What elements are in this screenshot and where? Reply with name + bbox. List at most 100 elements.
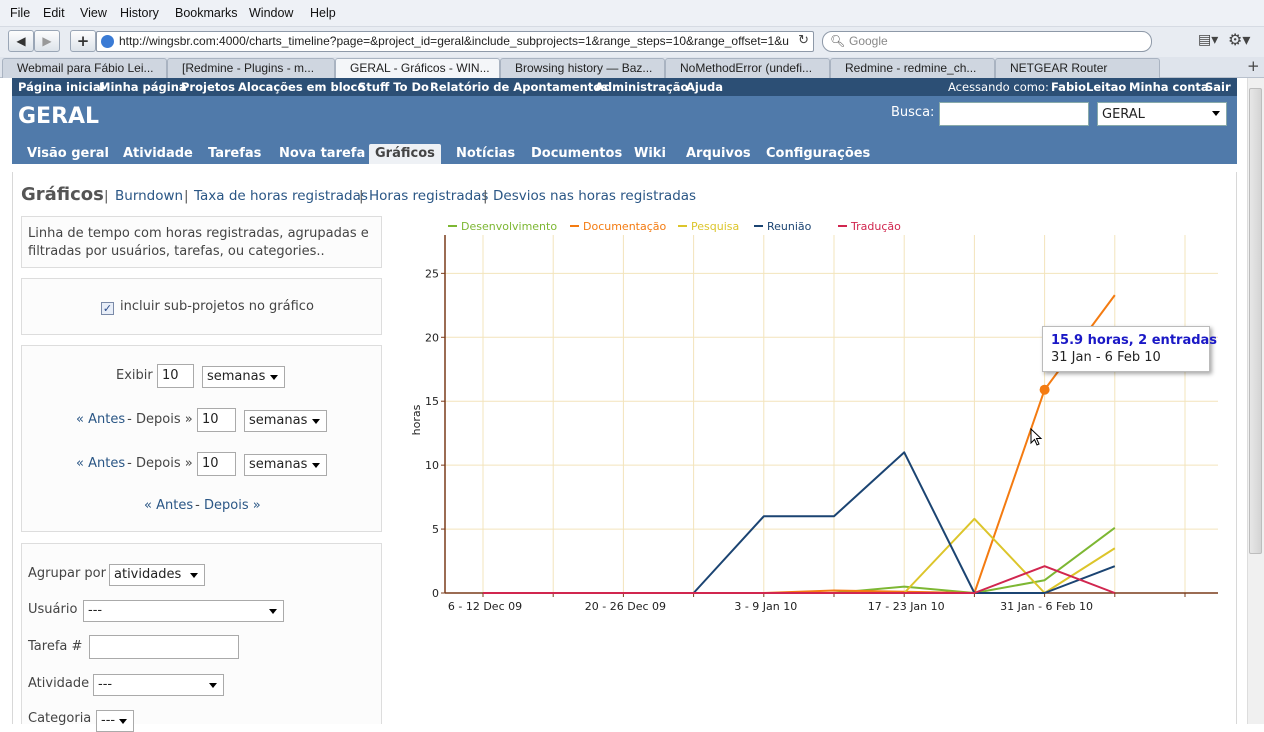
- legend-label: Desenvolvimento: [461, 220, 557, 233]
- offset-unit-select-1[interactable]: semanas: [244, 410, 327, 432]
- legend-label: Reunião: [767, 220, 812, 233]
- category-select[interactable]: ---: [96, 710, 134, 732]
- link-hours-rate[interactable]: Taxa de horas registradas: [194, 188, 368, 204]
- dash: -: [123, 456, 136, 471]
- menu-window[interactable]: Window: [249, 6, 293, 20]
- url-bar[interactable]: http://wingsbr.com:4000/charts_timeline?…: [96, 31, 814, 52]
- forward-button[interactable]: ▶: [34, 30, 60, 52]
- y-tick-label: 10: [425, 459, 439, 472]
- tab-redmine-plugins[interactable]: [Redmine - Plugins - m...: [167, 58, 335, 78]
- separator: |: [483, 188, 488, 204]
- back-button[interactable]: ◀: [8, 30, 34, 52]
- reload-icon[interactable]: ↻: [798, 33, 809, 48]
- dash: -: [191, 498, 204, 513]
- page-menu-icon[interactable]: ▤▾: [1198, 32, 1218, 48]
- tab-new-issue[interactable]: Nova tarefa: [273, 144, 371, 164]
- description-box: Linha de tempo com horas registradas, ag…: [21, 216, 382, 268]
- tab-netgear[interactable]: NETGEAR Router: [995, 58, 1160, 78]
- group-by-select[interactable]: atividades: [109, 564, 205, 586]
- project-jump-select[interactable]: GERAL: [1097, 102, 1227, 126]
- top-link-home[interactable]: Página inicial: [18, 80, 105, 94]
- tab-nomethoderror[interactable]: NoMethodError (undefi...: [665, 58, 830, 78]
- after-link: Depois »: [136, 456, 193, 471]
- menu-help[interactable]: Help: [310, 6, 336, 20]
- link-hours-logged[interactable]: Horas registradas: [369, 188, 488, 204]
- offset-input-2[interactable]: 10: [197, 452, 236, 476]
- link-deviations[interactable]: Desvios nas horas registradas: [493, 188, 696, 204]
- menu-file[interactable]: File: [10, 6, 30, 20]
- tab-overview[interactable]: Visão geral: [21, 144, 115, 164]
- range-box: Exibir 10 semanas « Antes - Depois » 10 …: [21, 345, 382, 532]
- menu-view[interactable]: View: [80, 6, 107, 20]
- subprojects-box: ✓ incluir sub-projetos no gráfico: [21, 278, 382, 335]
- link-burndown[interactable]: Burndown: [115, 188, 183, 204]
- after-link[interactable]: Depois »: [204, 498, 261, 513]
- user-select[interactable]: ---: [83, 600, 284, 622]
- before-link[interactable]: « Antes: [76, 456, 125, 471]
- chart-tooltip: 15.9 horas, 2 entradas 31 Jan - 6 Feb 10: [1042, 326, 1217, 372]
- top-link-admin[interactable]: Administração: [595, 80, 688, 94]
- menu-edit[interactable]: Edit: [43, 6, 65, 20]
- separator: |: [104, 188, 109, 204]
- top-link-allocations[interactable]: Alocações em bloco: [238, 80, 365, 94]
- range-unit-select[interactable]: semanas: [202, 366, 285, 388]
- menu-history[interactable]: History: [120, 6, 159, 20]
- new-tab-icon[interactable]: +: [70, 30, 96, 52]
- y-tick-label: 25: [425, 267, 439, 280]
- y-tick-label: 0: [432, 587, 439, 600]
- globe-icon: [101, 35, 114, 48]
- tab-issues[interactable]: Tarefas: [202, 144, 267, 164]
- task-input[interactable]: [89, 635, 239, 659]
- tab-webmail[interactable]: Webmail para Fábio Lei...: [2, 58, 167, 78]
- tab-strip: Webmail para Fábio Lei... [Redmine - Plu…: [0, 57, 1264, 78]
- browser-search[interactable]: 🔍︎ Google: [822, 31, 1152, 52]
- tab-redmine-ch[interactable]: Redmine - redmine_ch...: [830, 58, 995, 78]
- offset-unit-select-2[interactable]: semanas: [244, 454, 327, 476]
- project-title: GERAL: [18, 104, 100, 129]
- before-link[interactable]: « Antes: [144, 498, 193, 513]
- include-subprojects-checkbox[interactable]: ✓: [101, 302, 114, 315]
- legend-label: Tradução: [850, 220, 901, 233]
- y-axis-label: horas: [410, 404, 423, 435]
- tab-files[interactable]: Arquivos: [680, 144, 757, 164]
- offset-input-1[interactable]: 10: [197, 408, 236, 432]
- top-link-my-page[interactable]: Minha página: [99, 80, 187, 94]
- user-label: Usuário: [28, 602, 78, 617]
- x-tick-label: 31 Jan - 6 Feb 10: [1000, 600, 1093, 613]
- user-link[interactable]: FabioLeitao: [1051, 80, 1126, 94]
- tab-wiki[interactable]: Wiki: [628, 144, 672, 164]
- activity-label: Atividade: [28, 676, 90, 691]
- tab-settings[interactable]: Configurações: [760, 144, 876, 164]
- activity-select[interactable]: ---: [93, 674, 224, 696]
- logged-as-label: Acessando como:: [948, 80, 1049, 94]
- top-link-stuff-to-do[interactable]: Stuff To Do: [358, 80, 429, 94]
- tab-geral-graficos[interactable]: GERAL - Gráficos - WIN...: [335, 58, 500, 78]
- tab-news[interactable]: Notícias: [450, 144, 521, 164]
- url-text: http://wingsbr.com:4000/charts_timeline?…: [119, 34, 789, 48]
- mouse-cursor-icon: [1030, 428, 1043, 446]
- top-link-projects[interactable]: Projetos: [181, 80, 235, 94]
- new-tab-button[interactable]: +: [1247, 57, 1260, 75]
- logout-link[interactable]: Sair: [1205, 80, 1231, 94]
- before-link[interactable]: « Antes: [76, 412, 125, 427]
- top-link-report[interactable]: Relatório de Apontamentos: [430, 80, 608, 94]
- filters-box: Agrupar por atividades Usuário --- Taref…: [21, 543, 382, 732]
- x-tick-label: 3 - 9 Jan 10: [734, 600, 797, 613]
- search-input[interactable]: [939, 102, 1089, 126]
- search-placeholder: Google: [849, 34, 888, 48]
- top-link-help[interactable]: Ajuda: [686, 80, 723, 94]
- tab-documents[interactable]: Documentos: [525, 144, 628, 164]
- my-account-link[interactable]: Minha conta: [1129, 80, 1209, 94]
- dash: -: [123, 412, 136, 427]
- gear-icon[interactable]: ⚙▾: [1228, 30, 1250, 49]
- search-label: Busca:: [891, 105, 935, 120]
- series-line-desenvolvimento: [483, 526, 1116, 594]
- timeline-chart: 0 5 10 15 20 25 6 - 12 Dec 09 20 - 26 Dec 09 3 -…: [410, 220, 1218, 613]
- range-steps-input[interactable]: 10: [157, 364, 194, 388]
- tab-browsing-history[interactable]: Browsing history — Baz...: [500, 58, 665, 78]
- tab-charts[interactable]: Gráficos: [369, 144, 441, 164]
- menu-bookmarks[interactable]: Bookmarks: [175, 6, 238, 20]
- tooltip-range: 31 Jan - 6 Feb 10: [1051, 350, 1161, 365]
- scrollbar-thumb[interactable]: [1249, 88, 1262, 554]
- tab-activity[interactable]: Atividade: [117, 144, 199, 164]
